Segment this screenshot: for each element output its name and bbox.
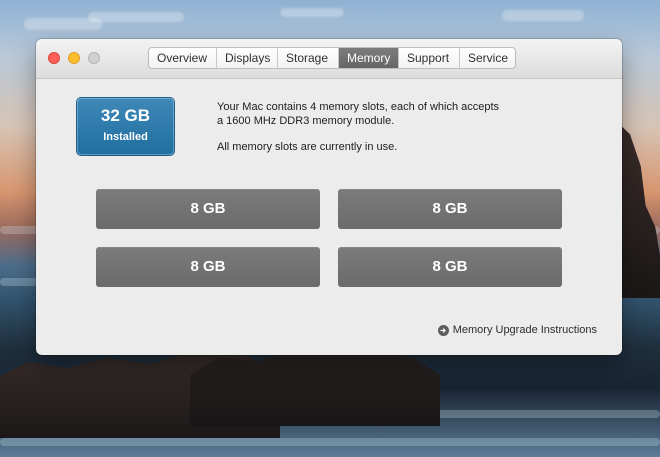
cloud (280, 8, 344, 17)
minimize-icon[interactable] (68, 52, 80, 64)
memory-upgrade-instructions-label: Memory Upgrade Instructions (452, 324, 597, 336)
memory-slot-1: 8 GB (96, 189, 320, 229)
memory-slot-4: 8 GB (338, 247, 562, 287)
memory-summary-line-1: Your Mac contains 4 memory slots, each o… (217, 101, 500, 113)
memory-summary-line-2: a 1600 MHz DDR3 memory module. (217, 115, 395, 127)
tab-memory[interactable]: Memory (339, 48, 399, 68)
installed-memory-card: 32 GB Installed (77, 98, 174, 155)
cloud (502, 10, 584, 21)
water-highlight (0, 438, 660, 446)
water-highlight (0, 410, 660, 418)
tab-storage[interactable]: Storage (278, 48, 339, 68)
tab-overview[interactable]: Overview (149, 48, 217, 68)
memory-slot-3: 8 GB (96, 247, 320, 287)
memory-slot-2: 8 GB (338, 189, 562, 229)
tab-service[interactable]: Service (460, 48, 515, 68)
close-icon[interactable] (48, 52, 60, 64)
cloud (24, 18, 102, 30)
tab-displays[interactable]: Displays (217, 48, 278, 68)
window-titlebar: Overview Displays Storage Memory Support… (36, 39, 622, 79)
memory-panel: 32 GB Installed Your Mac contains 4 memo… (36, 79, 622, 355)
tab-strip: Overview Displays Storage Memory Support… (148, 47, 516, 69)
cloud (88, 12, 184, 22)
installed-memory-size: 32 GB (100, 106, 151, 125)
installed-memory-label: Installed (103, 131, 148, 143)
tab-support[interactable]: Support (399, 48, 460, 68)
about-this-mac-window: Overview Displays Storage Memory Support… (36, 39, 622, 355)
arrow-right-circle-icon (437, 324, 449, 336)
zoom-icon[interactable] (88, 52, 100, 64)
memory-upgrade-instructions-link[interactable]: Memory Upgrade Instructions (437, 322, 597, 338)
memory-summary-line-3: All memory slots are currently in use. (217, 141, 398, 153)
